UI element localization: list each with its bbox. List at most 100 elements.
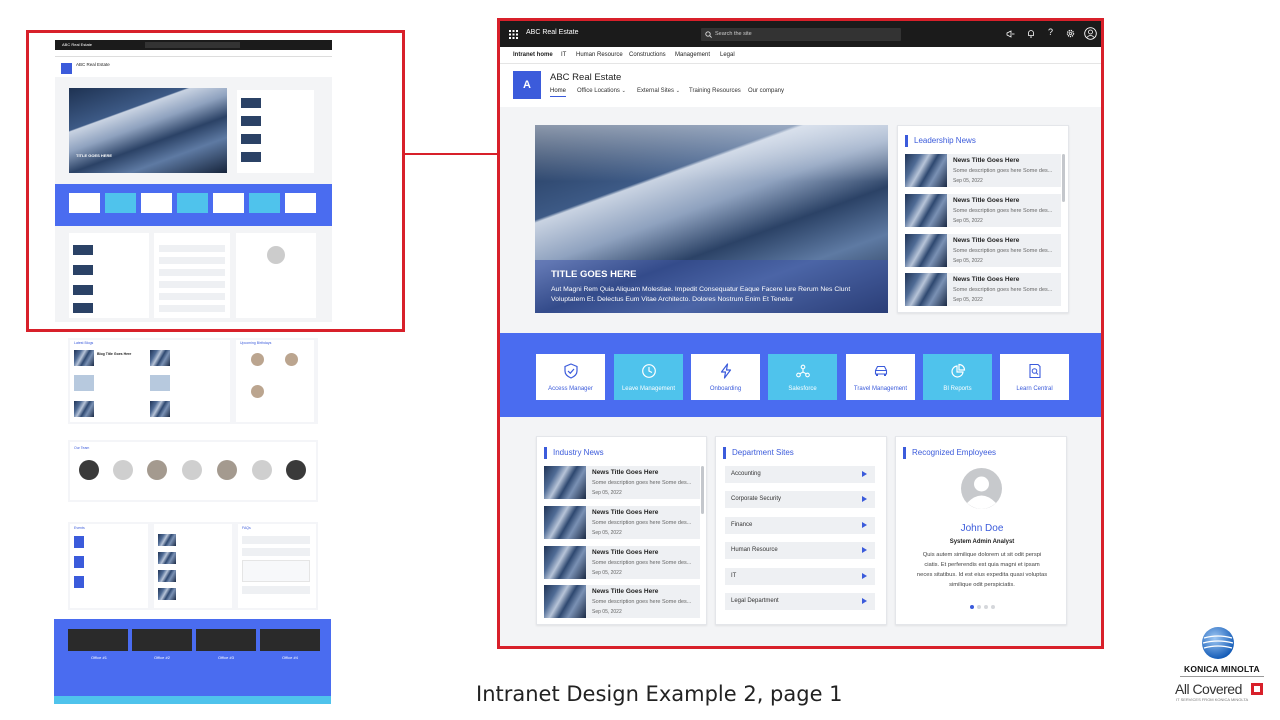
dept-item-accounting[interactable]: Accounting [725,466,875,483]
site-nav-our-company[interactable]: Our company [748,88,784,94]
hero-text-line1: Aut Magni Rem Quia Aliquam Molestiae. Im… [551,286,851,293]
all-covered-mark-icon [1251,683,1263,695]
quick-link-learn-central[interactable]: Learn Central [1000,354,1069,400]
help-icon[interactable]: ? [1048,27,1053,37]
search-icon [705,31,712,38]
list-item[interactable]: News Title Goes Here Some description go… [905,273,1061,306]
konica-minolta-logo-icon [1202,627,1234,659]
thumb-office-2: Office #2 [154,655,170,660]
site-nav-external-sites[interactable]: External Sites ⌄ [637,88,680,94]
thumb-blog-item: Blog Title Goes Here [97,352,132,356]
site-nav-office-locations-label: Office Locations [577,88,620,94]
brand-divider [1180,676,1264,677]
thumb-office-4: Office #4 [282,655,298,660]
quick-link-onboarding[interactable]: Onboarding [691,354,760,400]
hero-text-line2: Voluptatem Et. Delectus Eum Vitae Archit… [551,296,794,303]
waffle-icon[interactable] [509,30,518,39]
dept-label: Corporate Security [731,496,782,502]
pie-chart-icon [950,363,965,378]
dept-item-corporate-security[interactable]: Corporate Security [725,491,875,508]
dept-item-finance[interactable]: Finance [725,517,875,534]
quick-link-label: BI Reports [943,386,972,392]
site-header: A ABC Real Estate Home Office Locations … [500,64,1101,107]
thumb-site-title: ABC Real Estate [76,62,110,67]
news-thumbnail [544,546,586,579]
quick-link-bi-reports[interactable]: BI Reports [923,354,992,400]
news-date: Sep 05, 2022 [953,218,983,224]
leadership-news-title: Leadership News [905,135,976,147]
list-item[interactable]: News Title Goes Here Some description go… [544,585,700,618]
hub-nav-legal[interactable]: Legal [720,52,735,58]
thumbnail-events-faqs[interactable]: Events FAQs [68,522,318,610]
recognized-employees-title: Recognized Employees [903,447,996,459]
app-title[interactable]: ABC Real Estate [526,29,579,36]
list-item[interactable]: News Title Goes Here Some description go… [905,154,1061,187]
hub-nav-constructions[interactable]: Constructions [629,52,666,58]
thumbnail-offices[interactable]: Office #1 Office #2 Office #3 Office #4 [54,619,331,704]
carousel-dots[interactable] [970,605,996,609]
news-title: News Title Goes Here [592,549,659,556]
dept-item-legal-department[interactable]: Legal Department [725,593,875,610]
site-title[interactable]: ABC Real Estate [550,72,621,83]
chevron-down-icon: ⌄ [675,88,680,94]
site-nav-training-resources[interactable]: Training Resources [689,88,741,94]
search-box[interactable]: Search the site [701,28,901,41]
quick-link-label: Onboarding [709,386,742,392]
bell-icon[interactable] [1027,29,1035,38]
dept-item-human-resource[interactable]: Human Resource [725,542,875,559]
hub-nav-intranet-home[interactable]: Intranet home [513,52,553,58]
scrollbar[interactable] [701,466,704,514]
car-icon [874,365,887,376]
quick-link-leave-management[interactable]: Leave Management [614,354,683,400]
list-item[interactable]: News Title Goes Here Some description go… [905,234,1061,267]
news-date: Sep 05, 2022 [953,297,983,303]
thumb-events-title: Events [74,526,85,530]
network-icon [795,364,810,378]
industry-news-card: Industry News News Title Goes Here Some … [536,436,707,625]
list-item[interactable]: News Title Goes Here Some description go… [544,466,700,499]
employee-text-line1: Quis autem similique dolorem ut sit odit… [922,552,1042,558]
news-desc: Some description goes here Some des... [592,480,692,486]
arrow-right-icon [862,598,867,604]
hero-banner[interactable]: TITLE GOES HERE Aut Magni Rem Quia Aliqu… [535,125,888,313]
news-date: Sep 05, 2022 [953,258,983,264]
employee-text-line2: ciatis. Et perferendis est quia magni et… [924,562,1040,568]
gear-icon[interactable] [1066,29,1075,38]
hub-nav-human-resource[interactable]: Human Resource [576,52,623,58]
site-nav-office-locations[interactable]: Office Locations ⌄ [577,88,626,94]
dept-label: Legal Department [731,598,779,604]
site-nav-home[interactable]: Home [550,88,567,97]
news-thumbnail [905,273,947,306]
scrollbar[interactable] [1062,154,1065,202]
hub-nav-management[interactable]: Management [675,52,710,58]
thumbnail-our-team[interactable]: Our Team [68,440,318,502]
quick-link-label: Salesforce [788,386,817,392]
employee-text-line4: similique odit perspiciatis. [949,582,1015,588]
dept-item-it[interactable]: IT [725,568,875,585]
megaphone-icon[interactable] [1006,30,1015,38]
list-item[interactable]: News Title Goes Here Some description go… [544,506,700,539]
thumbnail-page-top[interactable]: ABC Real Estate ABC Real Estate TITLE GO… [55,40,332,322]
hub-nav-it[interactable]: IT [561,52,566,58]
employee-role: System Admin Analyst [949,539,1015,545]
news-desc: Some description goes here Some des... [953,248,1053,254]
thumbnail-blogs-birthdays[interactable]: Latest Blogs Blog Title Goes Here Upcomi… [68,338,318,424]
arrow-right-icon [862,573,867,579]
list-item[interactable]: News Title Goes Here Some description go… [905,194,1061,227]
site-logo[interactable]: A [513,71,541,99]
list-item[interactable]: News Title Goes Here Some description go… [544,546,700,579]
news-thumbnail [544,585,586,618]
news-thumbnail [905,234,947,267]
konica-minolta-wordmark: KONICA MINOLTA [1184,664,1260,674]
thumb-office-3: Office #3 [218,655,234,660]
recognized-employees-card: Recognized Employees John Doe System Adm… [895,436,1067,625]
news-date: Sep 05, 2022 [592,609,622,615]
account-icon[interactable] [1084,27,1097,40]
quick-link-access-manager[interactable]: Access Manager [536,354,605,400]
quick-link-label: Travel Management [853,386,908,392]
quick-link-travel-management[interactable]: Travel Management [846,354,915,400]
slide-caption: Intranet Design Example 2, page 1 [476,682,843,706]
dept-label: Human Resource [731,547,778,553]
dept-label: Accounting [731,471,761,477]
quick-link-salesforce[interactable]: Salesforce [768,354,837,400]
